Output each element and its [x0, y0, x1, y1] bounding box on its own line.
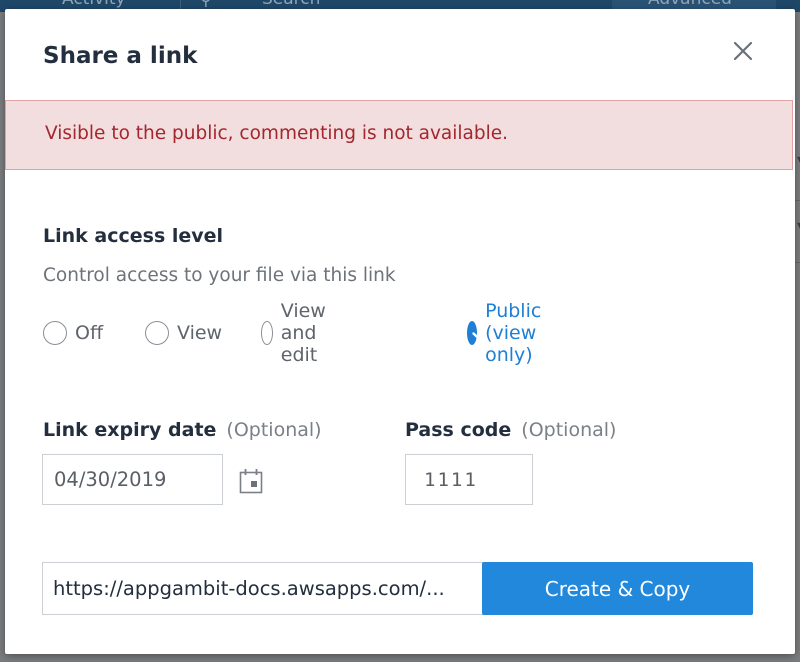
dialog-title: Share a link	[43, 43, 198, 69]
background-tab-search: Search	[262, 0, 320, 9]
share-link-dialog: Share a link Visible to the public, comm…	[5, 9, 795, 654]
link-access-level-heading: Link access level	[43, 225, 224, 247]
search-icon: ⚲	[200, 0, 212, 9]
close-icon	[733, 41, 753, 61]
link-expiry-label: Link expiry date	[43, 419, 217, 441]
radio-view-and-edit[interactable]: View and edit	[261, 300, 338, 366]
radio-label-public-view-only: Public (view only)	[485, 300, 542, 366]
background-tab-advanced: Advanced	[648, 0, 732, 9]
close-button[interactable]	[729, 37, 757, 65]
pass-code-input[interactable]	[405, 454, 533, 505]
pass-code-optional: (Optional)	[521, 419, 617, 441]
link-access-description: Control access to your file via this lin…	[43, 265, 396, 286]
check-icon	[472, 328, 486, 339]
radio-circle[interactable]	[261, 321, 273, 345]
alert-message: Visible to the public, commenting is not…	[45, 123, 509, 144]
link-expiry-optional: (Optional)	[226, 419, 322, 441]
alert-banner: Visible to the public, commenting is not…	[5, 100, 793, 170]
expiry-date-input[interactable]	[42, 454, 223, 505]
radio-label-off: Off	[75, 322, 104, 344]
link-expiry-heading: Link expiry date (Optional)	[43, 419, 322, 441]
radio-circle[interactable]	[145, 321, 169, 345]
background-tab-activity: Activity	[62, 0, 126, 9]
radio-view[interactable]: View	[145, 318, 222, 348]
radio-public-view-only[interactable]: Public (view only)	[467, 300, 555, 366]
calendar-icon	[239, 469, 263, 494]
calendar-button[interactable]	[238, 467, 264, 495]
radio-off[interactable]: Off	[43, 318, 103, 348]
radio-label-view: View	[177, 322, 223, 344]
pass-code-heading: Pass code (Optional)	[405, 419, 616, 441]
create-and-copy-button[interactable]: Create & Copy	[482, 562, 753, 615]
share-url-field[interactable]	[42, 562, 483, 615]
radio-circle[interactable]	[43, 321, 67, 345]
pass-code-label: Pass code	[405, 419, 512, 441]
radio-label-view-and-edit: View and edit	[280, 300, 326, 366]
radio-circle-checked[interactable]	[467, 321, 486, 345]
